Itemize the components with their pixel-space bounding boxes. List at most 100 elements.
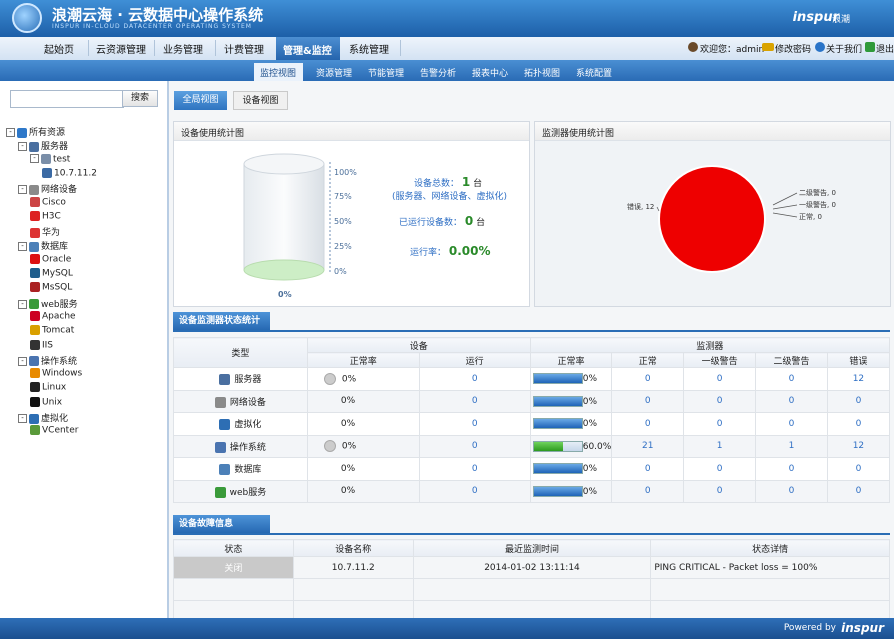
normal-count[interactable]: 21 bbox=[611, 434, 685, 458]
subnav-item-topology[interactable]: 拓扑视图 bbox=[524, 66, 560, 79]
warning1-count[interactable]: 0 bbox=[683, 367, 757, 391]
subnav-item-reports[interactable]: 报表中心 bbox=[472, 66, 508, 79]
nav-item-cloud-resources[interactable]: 云资源管理 bbox=[96, 41, 146, 56]
normal-count[interactable]: 0 bbox=[611, 389, 685, 413]
running-count[interactable]: 0 bbox=[418, 389, 531, 413]
subnav-item-config[interactable]: 系统配置 bbox=[576, 66, 612, 79]
tree-collapse-icon[interactable]: - bbox=[18, 185, 27, 195]
tree-item[interactable]: H3C bbox=[30, 210, 61, 225]
error-count[interactable]: 0 bbox=[826, 412, 891, 436]
tree-item[interactable]: Apache bbox=[30, 310, 76, 325]
header-type: 类型 bbox=[173, 337, 308, 368]
subnav-item-alarm[interactable]: 告警分析 bbox=[420, 66, 456, 79]
tree-collapse-icon[interactable]: - bbox=[18, 142, 27, 152]
running-count[interactable]: 0 bbox=[418, 434, 531, 458]
running-unit: 台 bbox=[476, 218, 486, 228]
warning1-count[interactable]: 0 bbox=[683, 412, 757, 436]
tree-collapse-icon[interactable]: - bbox=[18, 356, 27, 366]
running-count[interactable]: 0 bbox=[418, 412, 531, 436]
nav-item-monitoring[interactable]: 管理&监控 bbox=[276, 37, 340, 60]
tree-item[interactable]: Linux bbox=[30, 382, 66, 396]
sidebar: 搜索 - 所有资源 - 服务器 - test 10.7.11.2- 网络设备 Cisco H3C 华… bbox=[0, 81, 169, 618]
nav-item-business[interactable]: 业务管理 bbox=[163, 41, 203, 56]
warning2-count[interactable]: 0 bbox=[755, 389, 828, 413]
nav-item-start[interactable]: 起始页 bbox=[44, 41, 74, 56]
warning1-count[interactable]: 1 bbox=[683, 434, 757, 458]
tree-item[interactable]: Cisco bbox=[30, 196, 66, 211]
monitor-usage-panel: 监测器使用统计图 错误, 12 二级警告, 0 一级警告, 0 正常, 0 bbox=[534, 121, 891, 307]
search-button[interactable]: 搜索 bbox=[122, 90, 158, 107]
tree-collapse-icon[interactable]: - bbox=[30, 154, 39, 164]
tree-item[interactable]: - web服务 bbox=[18, 297, 78, 311]
tree-item[interactable]: - 数据库 bbox=[18, 239, 68, 253]
tree-item[interactable]: Tomcat bbox=[30, 325, 74, 339]
tree-collapse-icon[interactable]: - bbox=[18, 414, 27, 423]
tree-item[interactable]: MsSQL bbox=[30, 282, 72, 296]
tree-item[interactable]: - test bbox=[30, 153, 70, 168]
warning1-count[interactable]: 0 bbox=[683, 389, 757, 413]
error-count[interactable]: 12 bbox=[826, 434, 891, 458]
tree-collapse-icon[interactable]: - bbox=[18, 242, 27, 252]
subnav-item-energy[interactable]: 节能管理 bbox=[368, 66, 404, 79]
monitor-rate-bar bbox=[532, 440, 583, 452]
error-count[interactable]: 12 bbox=[826, 367, 891, 391]
tree-collapse-icon[interactable]: - bbox=[18, 299, 27, 309]
normal-count[interactable]: 0 bbox=[611, 412, 685, 436]
pie-label: 一级警告, 0 bbox=[799, 200, 836, 209]
table-row: 操作系统 0% 0 60.0% 21 1 1 12 bbox=[173, 434, 891, 458]
tree-item[interactable]: Windows bbox=[30, 368, 82, 382]
fault-header[interactable]: 状态 bbox=[173, 539, 294, 557]
tree-item[interactable]: - 服务器 bbox=[18, 139, 68, 153]
sub-nav: 监控视图 资源管理 节能管理 告警分析 报表中心 拓扑视图 系统配置 bbox=[0, 60, 894, 81]
search-input[interactable] bbox=[10, 90, 124, 108]
running-count[interactable]: 0 bbox=[418, 479, 531, 503]
normal-count[interactable]: 0 bbox=[611, 479, 685, 503]
huawei-icon bbox=[30, 227, 40, 238]
fault-header[interactable]: 最近监测时间 bbox=[412, 539, 652, 557]
warning2-count[interactable]: 1 bbox=[755, 434, 828, 458]
fault-header[interactable]: 状态详情 bbox=[650, 539, 890, 557]
tab-global-view[interactable]: 全局视图 bbox=[174, 91, 227, 110]
tree-item[interactable]: 华为 bbox=[30, 225, 60, 239]
running-count[interactable]: 0 bbox=[418, 367, 531, 391]
nav-item-billing[interactable]: 计费管理 bbox=[224, 41, 264, 56]
tree-item[interactable]: Oracle bbox=[30, 253, 71, 268]
warning2-count[interactable]: 0 bbox=[755, 412, 828, 436]
tree-item[interactable]: - 所有资源 bbox=[6, 125, 65, 139]
error-count[interactable]: 0 bbox=[826, 389, 891, 413]
status-dot-icon bbox=[323, 440, 336, 453]
normal-count[interactable]: 0 bbox=[611, 367, 685, 391]
logout-link[interactable]: 退出 bbox=[876, 42, 894, 55]
warning2-count[interactable]: 0 bbox=[755, 457, 828, 481]
tree-collapse-icon[interactable]: - bbox=[6, 128, 15, 137]
tree-item-label: 华为 bbox=[42, 228, 61, 239]
table-row: 服务器 0% 0 0% 0 0 0 12 bbox=[173, 367, 891, 391]
subnav-item-resources[interactable]: 资源管理 bbox=[316, 66, 352, 79]
tree-item[interactable]: Unix bbox=[30, 396, 62, 411]
tab-device-view[interactable]: 设备视图 bbox=[233, 91, 288, 110]
tree-item[interactable]: - 操作系统 bbox=[18, 354, 77, 368]
tree-item[interactable]: - 网络设备 bbox=[18, 182, 77, 196]
tree-item[interactable]: VCenter bbox=[30, 425, 78, 439]
tree-item[interactable]: IIS bbox=[30, 339, 53, 354]
fault-detail: PING CRITICAL - Packet loss = 100% bbox=[650, 556, 890, 579]
running-count[interactable]: 0 bbox=[418, 457, 531, 481]
device-usage-title: 设备使用统计图 bbox=[181, 129, 245, 139]
about-link[interactable]: 关于我们 bbox=[826, 42, 862, 55]
warning2-count[interactable]: 0 bbox=[755, 479, 828, 503]
subnav-item-monitor-view[interactable]: 监控视图 bbox=[254, 63, 303, 81]
tree-item[interactable]: - 虚拟化 bbox=[18, 411, 68, 425]
error-count[interactable]: 0 bbox=[826, 479, 891, 503]
warning1-count[interactable]: 0 bbox=[683, 457, 757, 481]
device-rate: 0% bbox=[341, 374, 357, 385]
error-count[interactable]: 0 bbox=[826, 457, 891, 481]
mysql-icon bbox=[30, 268, 40, 278]
fault-header[interactable]: 设备名称 bbox=[292, 539, 414, 557]
warning2-count[interactable]: 0 bbox=[755, 367, 828, 391]
warning1-count[interactable]: 0 bbox=[683, 479, 757, 503]
tree-item[interactable]: 10.7.11.2 bbox=[42, 167, 97, 182]
nav-item-system[interactable]: 系统管理 bbox=[349, 41, 389, 56]
change-password-link[interactable]: 修改密码 bbox=[775, 42, 811, 55]
tree-item[interactable]: MySQL bbox=[30, 268, 73, 282]
normal-count[interactable]: 0 bbox=[611, 457, 685, 481]
